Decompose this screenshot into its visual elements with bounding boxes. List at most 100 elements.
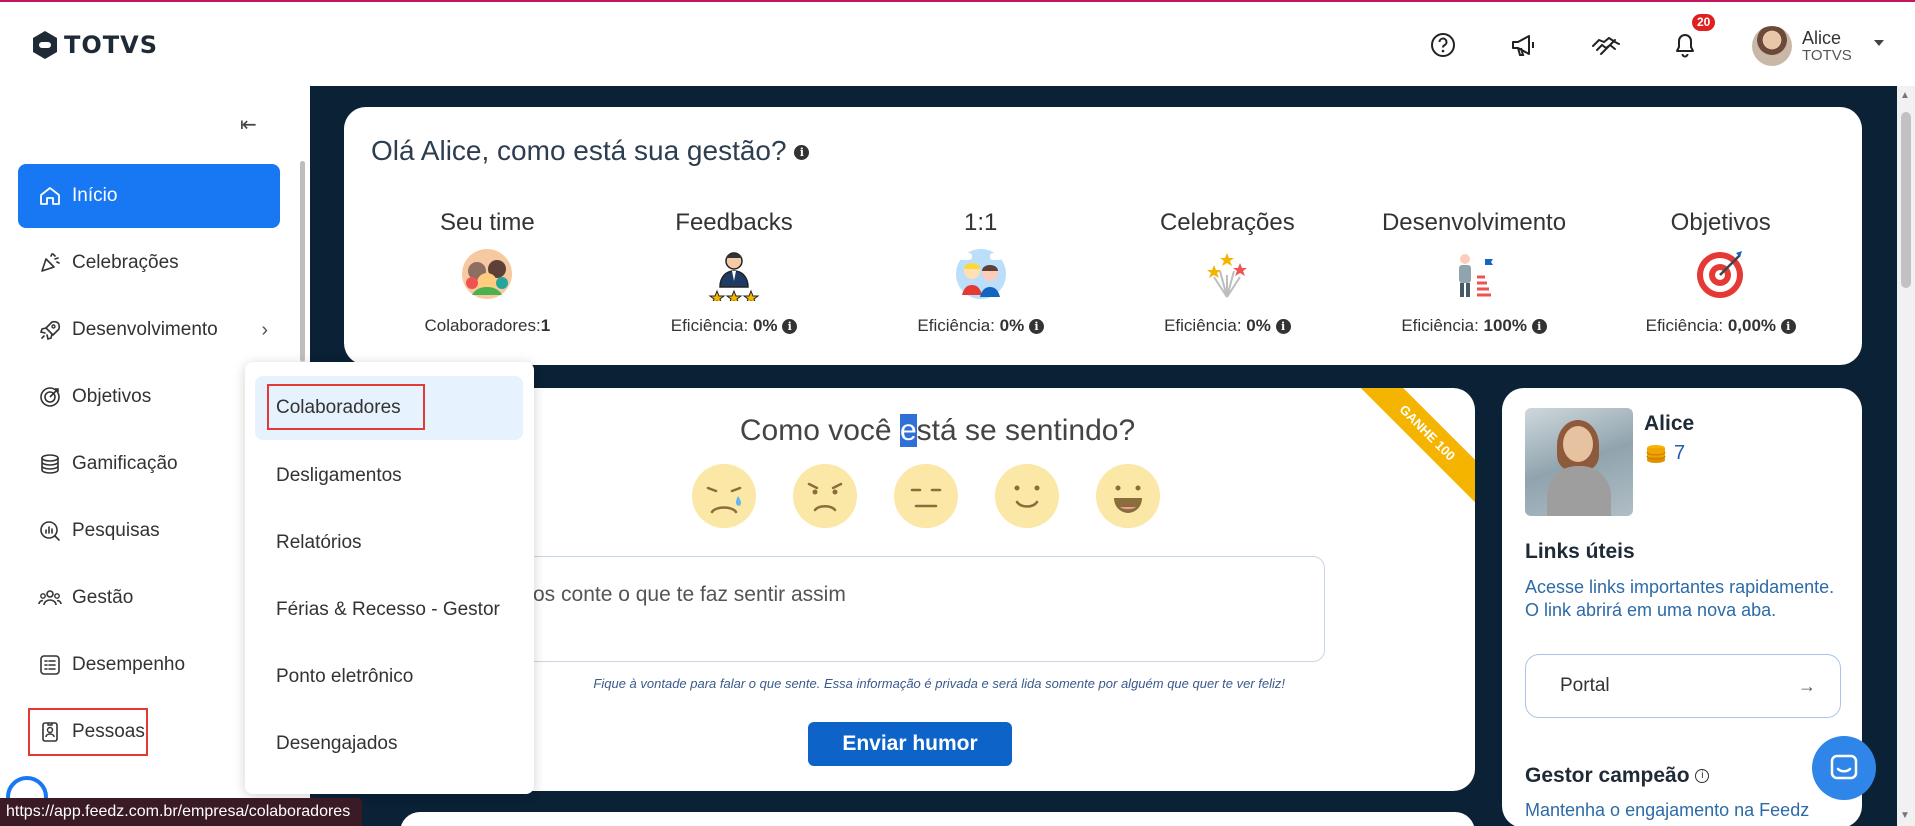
submenu-item-ponto[interactable]: Ponto eletrônico bbox=[255, 645, 523, 709]
stat-label: Feedbacks bbox=[675, 209, 793, 236]
submenu-item-ferias[interactable]: Férias & Recesso - Gestor bbox=[255, 578, 523, 642]
next-card bbox=[400, 812, 1475, 826]
stat-objetivos[interactable]: Objetivos Eficiência: 0,00% i bbox=[1597, 209, 1844, 336]
sidebar-item-desempenho[interactable]: Desempenho bbox=[18, 633, 280, 697]
collapse-sidebar-icon[interactable]: ⇤ bbox=[240, 112, 257, 137]
neutral-face-icon[interactable] bbox=[894, 464, 958, 528]
bell-icon[interactable] bbox=[1668, 28, 1702, 62]
stat-feedbacks[interactable]: Feedbacks Eficiência: 0% i bbox=[611, 209, 858, 336]
help-icon[interactable] bbox=[1426, 28, 1460, 62]
stat-value-number: 0,00% bbox=[1727, 316, 1777, 335]
chat-button[interactable] bbox=[1812, 736, 1876, 800]
stat-celebracoes[interactable]: Celebrações Eficiência: 0% i bbox=[1104, 209, 1351, 336]
sidebar-item-label: Início bbox=[72, 185, 118, 206]
info-icon[interactable]: i bbox=[1780, 319, 1796, 335]
sidebar-item-gamificacao[interactable]: Gamificação bbox=[18, 432, 280, 496]
sidebar-item-label: Pesquisas bbox=[72, 520, 160, 541]
submenu-item-label: Ponto eletrônico bbox=[276, 666, 414, 687]
target-icon bbox=[40, 387, 60, 407]
sidebar-item-label: Gestão bbox=[72, 587, 134, 608]
submenu-item-desengajados[interactable]: Desengajados bbox=[255, 712, 523, 776]
crying-face-icon[interactable] bbox=[692, 464, 756, 528]
sidebar-item-pessoas[interactable]: Pessoas bbox=[18, 700, 280, 764]
highlight-box bbox=[28, 708, 148, 756]
fireworks-icon bbox=[1207, 253, 1248, 298]
info-icon[interactable]: i bbox=[1275, 319, 1291, 335]
links-description: Acesse links importantes rapidamente. O … bbox=[1525, 577, 1835, 620]
mood-text-input[interactable]: os conte o que te faz sentir assim bbox=[400, 556, 1325, 662]
info-icon[interactable]: i bbox=[1531, 319, 1547, 335]
stat-desenvolvimento[interactable]: Desenvolvimento Eficiência: 100% i bbox=[1351, 209, 1598, 336]
mood-title-part: Como você bbox=[739, 414, 900, 447]
feedback-icon bbox=[708, 252, 760, 306]
stat-label: Celebrações bbox=[1159, 209, 1295, 236]
stat-label: Objetivos bbox=[1670, 209, 1771, 236]
smile-face-icon[interactable] bbox=[995, 464, 1059, 528]
sidebar-item-inicio[interactable]: Início bbox=[18, 164, 280, 228]
send-mood-button[interactable]: Enviar humor bbox=[808, 722, 1012, 766]
gestor-title: Gestor campeão i bbox=[1525, 764, 1710, 788]
caret-down-icon[interactable] bbox=[1874, 40, 1884, 46]
stats-row: Seu time Colaboradores:1 Feedbacks Efici… bbox=[364, 209, 1844, 336]
stat-value: Eficiência: 0% i bbox=[1104, 316, 1351, 336]
sidebar-item-celebracoes[interactable]: Celebrações bbox=[18, 231, 280, 295]
notification-badge: 20 bbox=[1692, 14, 1716, 31]
people-icon bbox=[38, 590, 62, 606]
brand-name: TOTVS bbox=[64, 31, 159, 59]
checklist-icon bbox=[40, 655, 60, 675]
megaphone-icon[interactable] bbox=[1507, 28, 1541, 62]
stat-label: Seu time bbox=[439, 209, 535, 236]
portal-link-button[interactable]: Portal → bbox=[1525, 654, 1841, 718]
stat-value-prefix: Eficiência: bbox=[670, 316, 753, 335]
user-menu[interactable]: Alice TOTVS bbox=[1752, 26, 1852, 66]
happy-face-icon[interactable] bbox=[1096, 464, 1160, 528]
page-scrollbar-thumb[interactable] bbox=[1901, 112, 1911, 288]
scroll-up-icon[interactable]: ▲ bbox=[1900, 90, 1910, 101]
user-org: TOTVS bbox=[1802, 47, 1852, 64]
stat-value-number: 0% bbox=[999, 316, 1025, 335]
growth-icon bbox=[1459, 254, 1494, 297]
stat-seu-time[interactable]: Seu time Colaboradores:1 bbox=[364, 209, 611, 336]
submenu-item-relatorios[interactable]: Relatórios bbox=[255, 511, 523, 575]
sidebar-item-objetivos[interactable]: Objetivos bbox=[18, 365, 280, 429]
handshake-icon[interactable] bbox=[1589, 28, 1623, 62]
portal-label: Portal bbox=[1560, 675, 1610, 696]
mood-title-part: stá se sentindo? bbox=[916, 414, 1136, 447]
info-icon[interactable]: i bbox=[794, 145, 810, 161]
info-icon[interactable]: i bbox=[782, 319, 798, 335]
stat-value: Eficiência: 0% i bbox=[611, 316, 858, 336]
profile-name: Alice bbox=[1644, 412, 1695, 435]
stat-value-number: 1 bbox=[540, 316, 551, 335]
stat-one-on-one[interactable]: 1:1 Eficiência: 0% i bbox=[857, 209, 1104, 336]
page-title: Olá Alice, como está sua gestão? i bbox=[371, 135, 810, 167]
stat-value-number: 0% bbox=[1246, 316, 1271, 335]
coin-balance: 7 bbox=[1644, 442, 1685, 465]
info-icon[interactable]: i bbox=[1028, 319, 1044, 335]
profile-photo bbox=[1525, 408, 1633, 516]
stat-value-prefix: Eficiência: bbox=[917, 316, 1000, 335]
submenu-item-label: Desligamentos bbox=[276, 465, 402, 486]
sidebar-item-label: Desenvolvimento bbox=[72, 319, 218, 340]
sidebar-nav: Início Celebrações Desenvolvimento › Obj… bbox=[18, 164, 280, 767]
stat-value: Eficiência: 0% i bbox=[857, 316, 1104, 336]
greeting-card: Olá Alice, como está sua gestão? i Seu t… bbox=[344, 107, 1862, 365]
selected-text: e bbox=[899, 414, 917, 447]
sidebar-item-label: Celebrações bbox=[72, 252, 179, 273]
sad-face-icon[interactable] bbox=[793, 464, 857, 528]
sidebar-scrollbar-thumb[interactable] bbox=[300, 161, 305, 361]
brand-logo[interactable]: TOTVS bbox=[32, 30, 158, 60]
info-outline-icon[interactable]: i bbox=[1695, 769, 1710, 784]
sidebar-item-desenvolvimento[interactable]: Desenvolvimento › bbox=[18, 298, 280, 362]
top-header: TOTVS 20 Alice TOTVS bbox=[0, 2, 1915, 86]
totvs-logo-icon bbox=[33, 31, 57, 59]
gestor-title-text: Gestor campeão bbox=[1525, 764, 1690, 787]
submenu-item-desligamentos[interactable]: Desligamentos bbox=[255, 444, 523, 508]
submenu-item-label: Férias & Recesso - Gestor bbox=[276, 599, 500, 620]
party-icon bbox=[41, 253, 60, 272]
stat-value: Eficiência: 100% i bbox=[1351, 316, 1598, 336]
scroll-down-icon[interactable]: ▼ bbox=[1900, 810, 1910, 821]
stat-label: 1:1 bbox=[963, 209, 998, 236]
sidebar-item-gestao[interactable]: Gestão bbox=[18, 566, 280, 630]
chat-icon bbox=[1830, 754, 1858, 780]
sidebar-item-pesquisas[interactable]: Pesquisas bbox=[18, 499, 280, 563]
